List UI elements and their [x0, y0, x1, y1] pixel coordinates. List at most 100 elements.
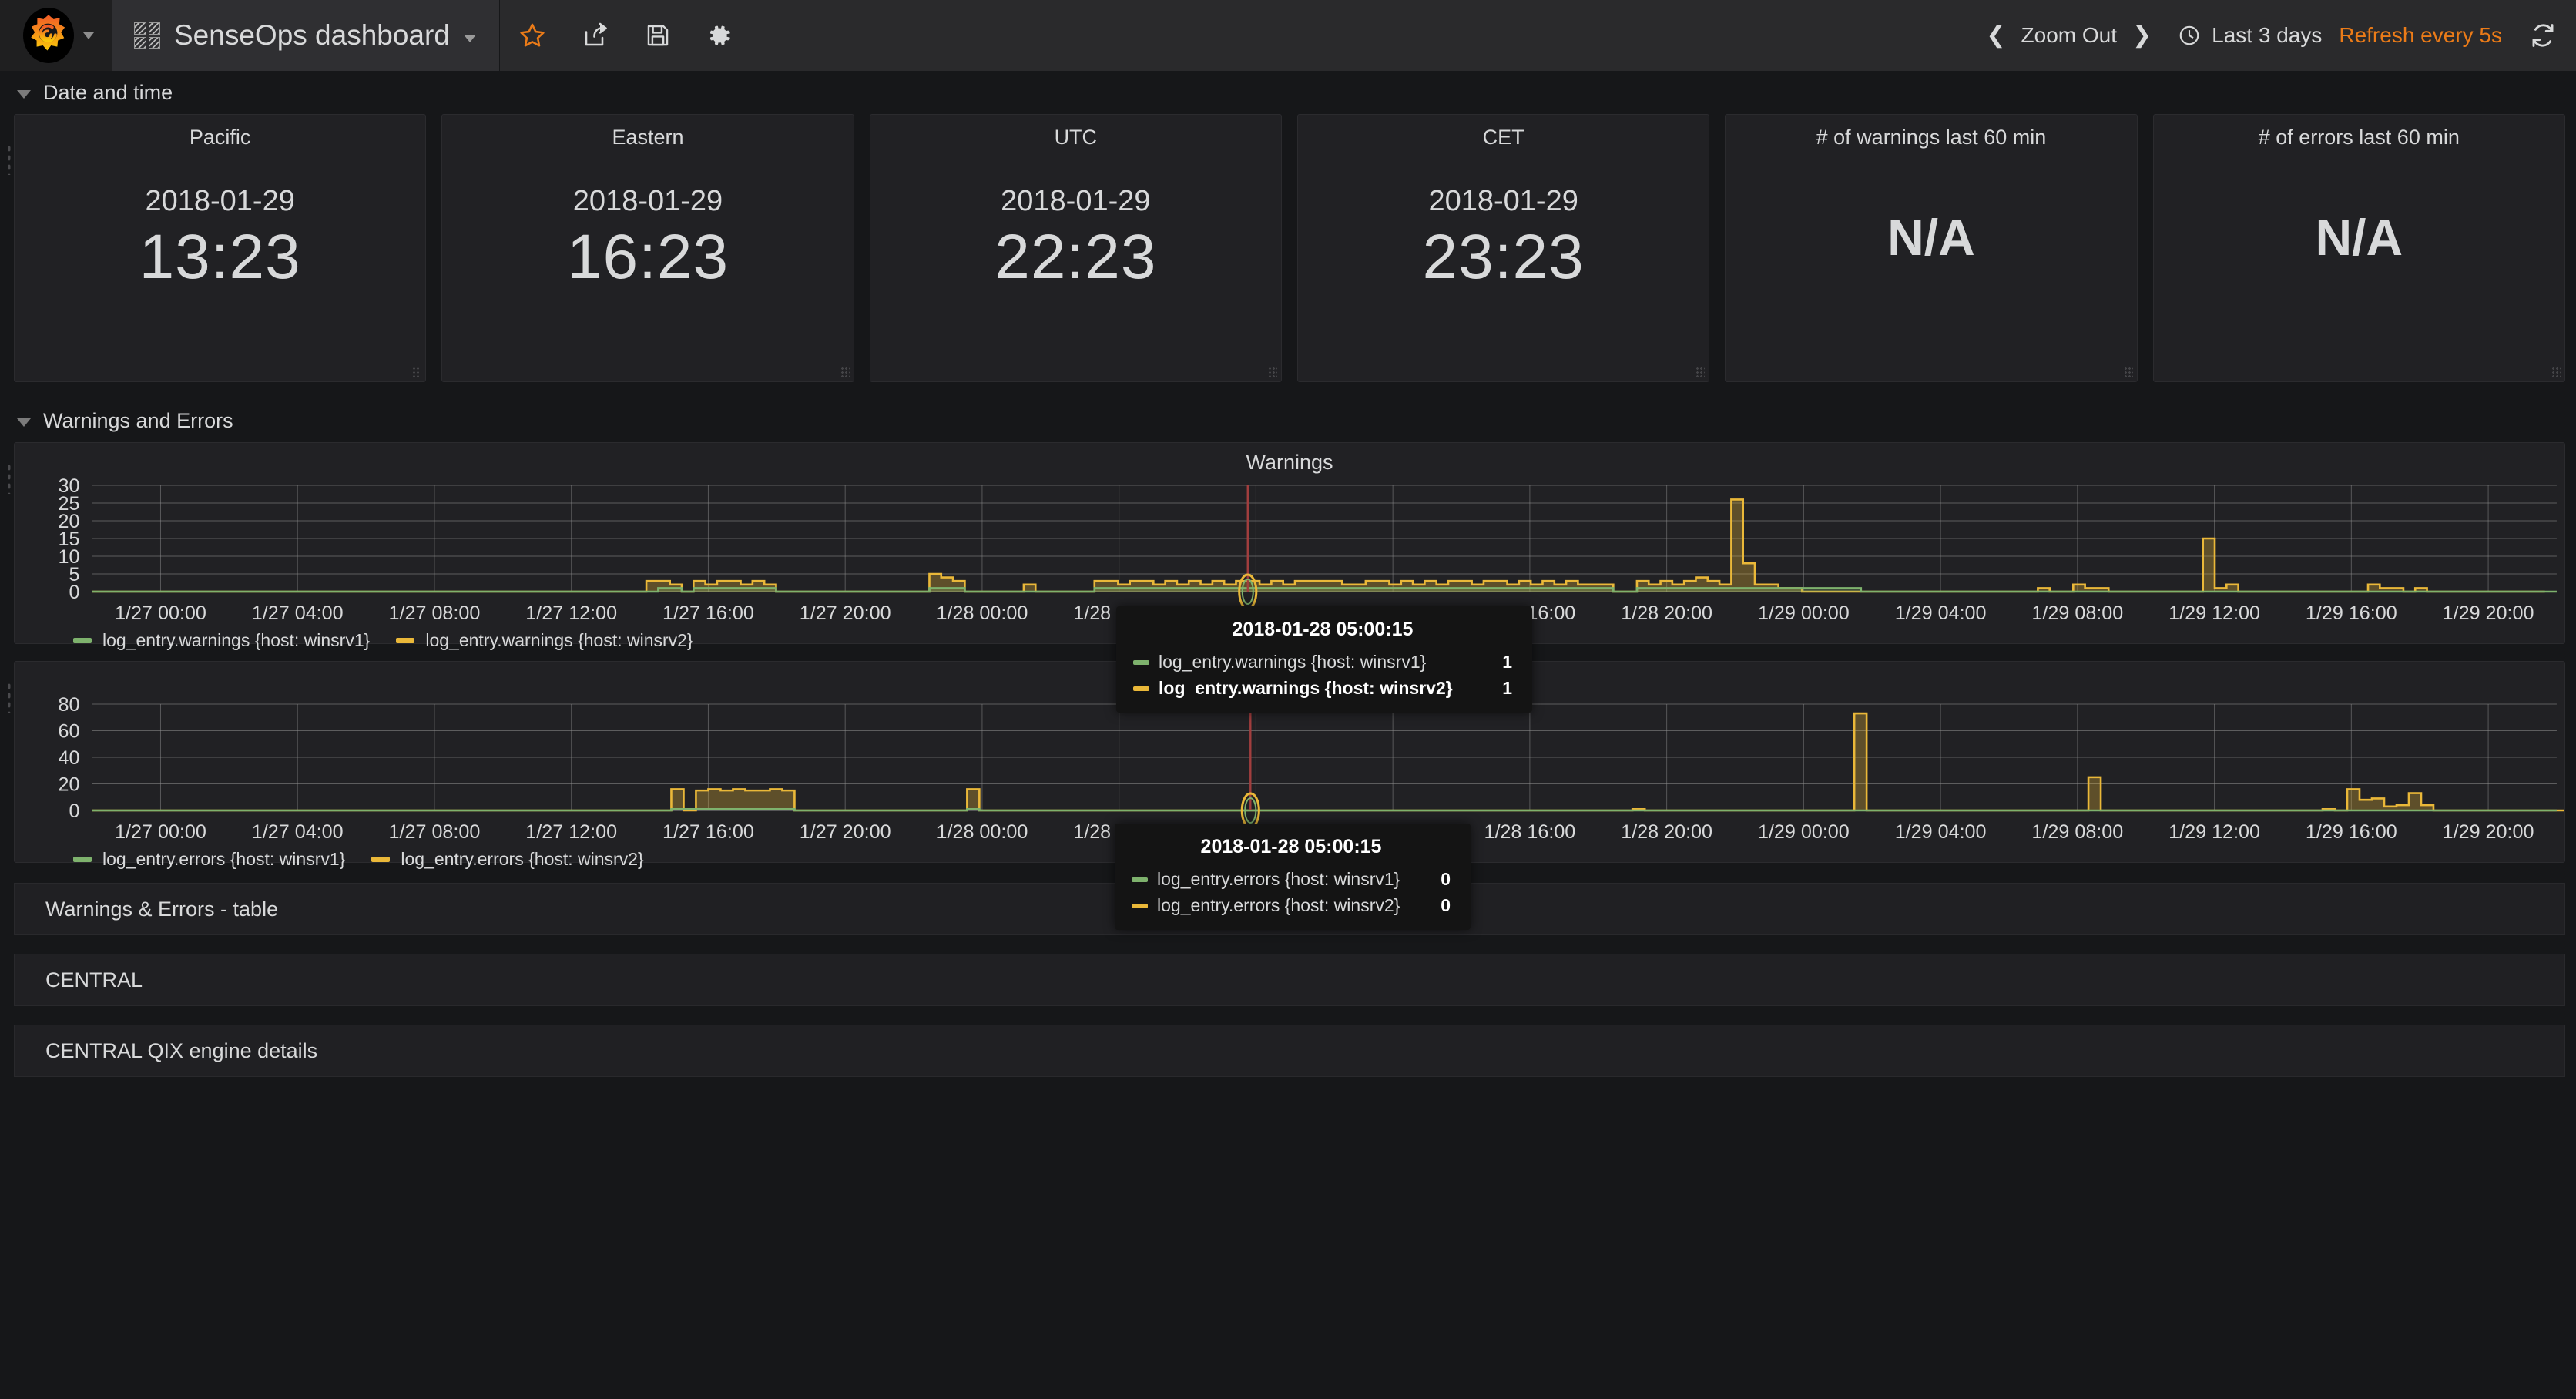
legend-label: log_entry.warnings {host: winsrv1}: [102, 630, 371, 650]
row-title: CENTRAL QIX engine details: [45, 1038, 318, 1062]
clock-time: 22:23: [995, 222, 1157, 292]
clock-panel-eastern[interactable]: Eastern 2018-01-29 16:23: [441, 114, 854, 382]
row-title: CENTRAL: [45, 968, 143, 991]
legend-label: log_entry.errors {host: winsrv2}: [401, 849, 644, 869]
row-title: Date and time: [43, 80, 173, 104]
resize-handle[interactable]: [840, 367, 850, 377]
legend-item[interactable]: log_entry.errors {host: winsrv1}: [73, 849, 345, 870]
tooltip-timestamp: 2018-01-28 05:00:15: [1200, 836, 1382, 857]
caret-down-icon: [82, 32, 94, 39]
clock-time: 23:23: [1422, 222, 1585, 292]
clock-icon: [2178, 24, 2201, 47]
tooltip-row: log_entry.errors {host: winsrv2} 0: [1132, 895, 1451, 916]
clock-time: 16:23: [566, 222, 730, 292]
dashboard-picker[interactable]: SenseOps dashboard: [112, 0, 500, 71]
row-header-central-qix-engine-details[interactable]: CENTRAL QIX engine details: [14, 1025, 2565, 1077]
tooltip-series-value: 0: [1441, 869, 1451, 889]
tooltip-series-value: 1: [1502, 678, 1512, 698]
clock-date: 2018-01-29: [145, 185, 295, 217]
grafana-home-button[interactable]: [0, 0, 112, 71]
caret-down-icon: [17, 89, 31, 99]
stat-panel-errors-60min[interactable]: # of errors last 60 min N/A: [2152, 114, 2565, 382]
tooltip-series-value: 1: [1502, 652, 1512, 672]
stat-panel-warnings-60min[interactable]: # of warnings last 60 min N/A: [1725, 114, 2138, 382]
tooltip-row: log_entry.warnings {host: winsrv2} 1: [1133, 678, 1512, 699]
tooltip-color-swatch: [1133, 659, 1149, 665]
top-navbar: SenseOps dashboard ❮ Zoom Out ❯ Last 3 d…: [0, 0, 2576, 71]
tooltip-row: log_entry.warnings {host: winsrv1} 1: [1133, 652, 1512, 673]
time-range-picker[interactable]: Last 3 days: [2178, 23, 2322, 48]
panel-title: Pacific: [189, 126, 251, 149]
tooltip-color-swatch: [1132, 877, 1148, 882]
zoom-controls: ❮ Zoom Out ❯: [1986, 23, 2152, 48]
clock-date: 2018-01-29: [572, 185, 723, 217]
tooltip-row: log_entry.errors {host: winsrv1} 0: [1132, 869, 1451, 890]
legend-item[interactable]: log_entry.warnings {host: winsrv2}: [396, 630, 693, 651]
grafana-logo-icon: [22, 8, 74, 63]
clock-date: 2018-01-29: [1428, 185, 1578, 217]
tooltip-color-swatch: [1132, 903, 1148, 908]
panel-title: # of warnings last 60 min: [1816, 126, 2047, 149]
chevron-right-icon[interactable]: ❯: [2132, 24, 2152, 47]
tooltip-series-name: log_entry.errors {host: winsrv2}: [1157, 895, 1400, 915]
warnings-graph-panel[interactable]: Warnings 0 5 10 15 20 25 30 1/27 00:00 1/27 04:0…: [7, 442, 2565, 713]
date-and-time-panels: Pacific 2018-01-29 13:23 Eastern 2018-01…: [0, 114, 2576, 382]
resize-handle[interactable]: [2551, 367, 2561, 377]
panel-title: # of errors last 60 min: [2258, 126, 2460, 149]
clock-panel-utc[interactable]: UTC 2018-01-29 22:23: [869, 114, 1282, 382]
drag-handle[interactable]: [7, 682, 12, 713]
row-header-warnings-and-errors[interactable]: Warnings and Errors: [0, 399, 2576, 442]
row-header-central[interactable]: CENTRAL: [14, 954, 2565, 1006]
panel-title: UTC: [1054, 126, 1098, 149]
caret-down-icon: [463, 35, 476, 42]
page-title: SenseOps dashboard: [174, 19, 450, 51]
resize-handle[interactable]: [1696, 367, 1706, 377]
row-header-date-and-time[interactable]: Date and time: [0, 71, 2576, 114]
drag-handle[interactable]: [7, 463, 12, 494]
time-range-label: Last 3 days: [2212, 23, 2323, 47]
row-title: Warnings and Errors: [43, 408, 233, 432]
time-controls: ❮ Zoom Out ❯ Last 3 days Refresh every 5…: [1986, 0, 2576, 71]
clock-date: 2018-01-29: [1001, 185, 1151, 217]
legend-label: log_entry.warnings {host: winsrv2}: [425, 630, 693, 650]
tooltip-series-name: log_entry.warnings {host: winsrv1}: [1159, 652, 1427, 672]
clock-panel-pacific[interactable]: Pacific 2018-01-29 13:23: [7, 114, 427, 382]
save-icon[interactable]: [645, 22, 671, 49]
caret-down-icon: [17, 418, 31, 427]
panel-title: Eastern: [612, 126, 684, 149]
tooltip-series-value: 0: [1441, 895, 1451, 915]
tooltip-color-swatch: [1133, 686, 1149, 691]
dashboard-grid-icon: [134, 22, 160, 49]
row-title: Warnings & Errors - table: [45, 897, 279, 921]
resize-handle[interactable]: [1267, 367, 1277, 377]
legend-color-swatch: [371, 857, 391, 862]
share-icon[interactable]: [582, 22, 609, 49]
zoom-out-button[interactable]: Zoom Out: [2021, 23, 2117, 48]
tooltip-timestamp: 2018-01-28 05:00:15: [1232, 619, 1414, 640]
refresh-interval-label[interactable]: Refresh every 5s: [2339, 23, 2502, 48]
panel-title: CET: [1482, 126, 1524, 149]
legend-color-swatch: [396, 638, 415, 643]
legend-item[interactable]: log_entry.warnings {host: winsrv1}: [73, 630, 370, 651]
stat-value: N/A: [2315, 209, 2403, 266]
panel-title: Warnings: [1246, 451, 1333, 474]
star-icon[interactable]: [518, 22, 546, 49]
chevron-left-icon[interactable]: ❮: [1986, 24, 2005, 47]
refresh-icon[interactable]: [2530, 22, 2556, 49]
resize-handle[interactable]: [412, 367, 422, 377]
stat-value: N/A: [1887, 209, 1975, 266]
legend-label: log_entry.errors {host: winsrv1}: [102, 849, 346, 869]
tooltip-series-name: log_entry.errors {host: winsrv1}: [1157, 869, 1400, 889]
legend-item[interactable]: log_entry.errors {host: winsrv2}: [371, 849, 644, 870]
gear-icon[interactable]: [706, 22, 733, 49]
legend-color-swatch: [73, 857, 92, 862]
warnings-plot-svg[interactable]: [15, 475, 2564, 629]
resize-handle[interactable]: [2123, 367, 2133, 377]
clock-panel-cet[interactable]: CET 2018-01-29 23:23: [1296, 114, 1710, 382]
clock-time: 13:23: [139, 222, 301, 292]
errors-tooltip: 2018-01-28 05:00:15 log_entry.errors {ho…: [1115, 824, 1471, 930]
drag-handle[interactable]: [7, 144, 12, 175]
tooltip-series-name: log_entry.warnings {host: winsrv2}: [1159, 678, 1453, 698]
legend-color-swatch: [73, 638, 92, 643]
warnings-plot[interactable]: 0 5 10 15 20 25 30 1/27 00:00 1/27 04:00 1/27 08:…: [15, 475, 2564, 629]
